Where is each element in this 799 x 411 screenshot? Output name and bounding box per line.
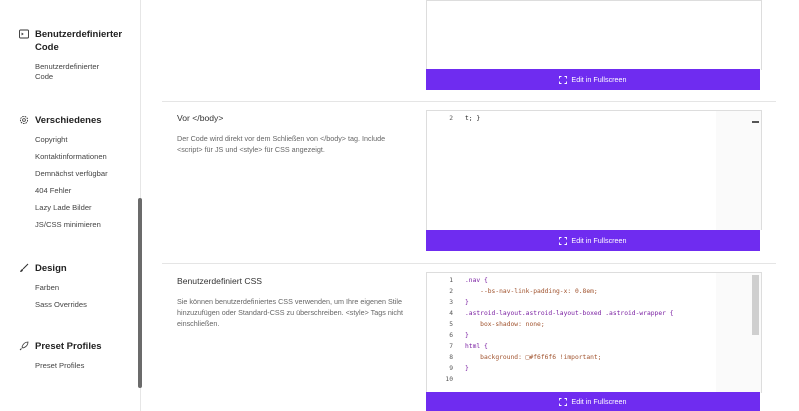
code-line: .astroid-layout.astroid-layout-boxed .as… [465,310,674,317]
code-editor-custom-code[interactable] [426,0,762,70]
fullscreen-label: Edit in Fullscreen [571,236,627,245]
code-window-icon [19,29,29,39]
code-line: } [465,299,469,306]
code-editor-custom-css[interactable]: 1 .nav { 2 --bs-nav-link-padding-x: 0.8e… [426,272,762,393]
sidebar-item-minify[interactable]: JS/CSS minimieren [0,220,138,230]
fullscreen-label: Edit in Fullscreen [571,75,627,84]
sidebar-section-preset-profiles: Preset Profiles Preset Profiles [0,340,138,371]
fullscreen-button[interactable]: Edit in Fullscreen [426,69,760,90]
setting-description-before-body: Der Code wird direkt vor dem Schließen v… [177,134,386,154]
code-line: } [465,365,469,372]
setting-description-custom-css: Sie können benutzerdefiniertes CSS verwe… [177,297,404,328]
setting-title-custom-css: Benutzerdefiniert CSS [177,276,263,286]
sidebar-item-contact[interactable]: Kontaktinformationen [0,152,138,162]
expand-icon [559,75,568,84]
sidebar-item-copyright[interactable]: Copyright [0,135,138,145]
brush-icon [20,263,29,272]
line-number: 2 [449,288,453,295]
sidebar-item-404[interactable]: 404 Fehler [0,186,138,196]
code-minimap[interactable] [716,273,761,393]
sidebar-heading-label: Benutzerdefinierter Code [35,29,123,53]
code-line: t; } [465,115,481,122]
code-line: .nav { [465,277,488,284]
sidebar-section-misc: Verschiedenes Copyright Kontaktinformati… [0,114,138,230]
code-line: } [465,332,469,339]
code-line: background: □#f6f6f6 !important; [465,354,602,361]
setting-title-before-body: Vor </body> [177,113,224,123]
sidebar-heading-label: Preset Profiles [35,341,102,352]
code-line: --bs-nav-link-padding-x: 0.8em; [465,288,598,295]
code-minimap[interactable] [716,111,761,230]
sidebar-item-coming-soon[interactable]: Demnächst verfügbar [0,169,138,179]
fullscreen-label: Edit in Fullscreen [571,397,627,406]
sidebar-heading-misc[interactable]: Verschiedenes [0,114,138,127]
line-number: 8 [449,354,453,361]
sidebar-section-design: Design Farben Sass Overrides [0,262,138,310]
minimap-slider[interactable] [752,121,759,123]
line-number: 10 [445,376,453,383]
line-number: 3 [449,299,453,306]
row-divider [162,101,776,102]
sidebar-heading-design[interactable]: Design [0,262,138,275]
sidebar-section-custom-code: Benutzerdefinierter Code Benutzerdefinie… [0,28,138,82]
sidebar-item-colors[interactable]: Farben [0,283,138,293]
line-number: 4 [449,310,453,317]
line-number: 7 [449,343,453,350]
sidebar-heading-custom-code[interactable]: Benutzerdefinierter Code [0,28,138,54]
fullscreen-button[interactable]: Edit in Fullscreen [426,230,760,251]
gear-icon [19,115,29,125]
sidebar-item-preset-profiles[interactable]: Preset Profiles [0,361,138,371]
line-number: 6 [449,332,453,339]
fullscreen-button[interactable]: Edit in Fullscreen [426,392,760,411]
code-line: html { [465,343,488,350]
sidebar-item-custom-code[interactable]: Benutzerdefinierter Code [0,62,115,82]
expand-icon [559,397,568,406]
line-number: 9 [449,365,453,372]
rocket-icon [19,341,29,351]
sidebar-item-sass-overrides[interactable]: Sass Overrides [0,300,138,310]
code-line: box-shadow: none; [465,321,545,328]
sidebar-item-lazy-load[interactable]: Lazy Lade Bilder [0,203,138,213]
line-number: 5 [449,321,453,328]
code-editor-before-body[interactable]: 2 t; } [426,110,762,230]
sidebar-heading-preset-profiles[interactable]: Preset Profiles [0,340,138,353]
sidebar: Benutzerdefinierter Code Benutzerdefinie… [0,0,141,411]
expand-icon [559,236,568,245]
line-number: 1 [449,277,453,284]
sidebar-heading-label: Verschiedenes [35,115,102,126]
minimap-slider[interactable] [752,275,759,335]
sidebar-heading-label: Design [35,263,67,274]
line-number: 2 [449,115,453,122]
row-divider [162,263,776,264]
sidebar-scrollbar[interactable] [138,198,142,388]
